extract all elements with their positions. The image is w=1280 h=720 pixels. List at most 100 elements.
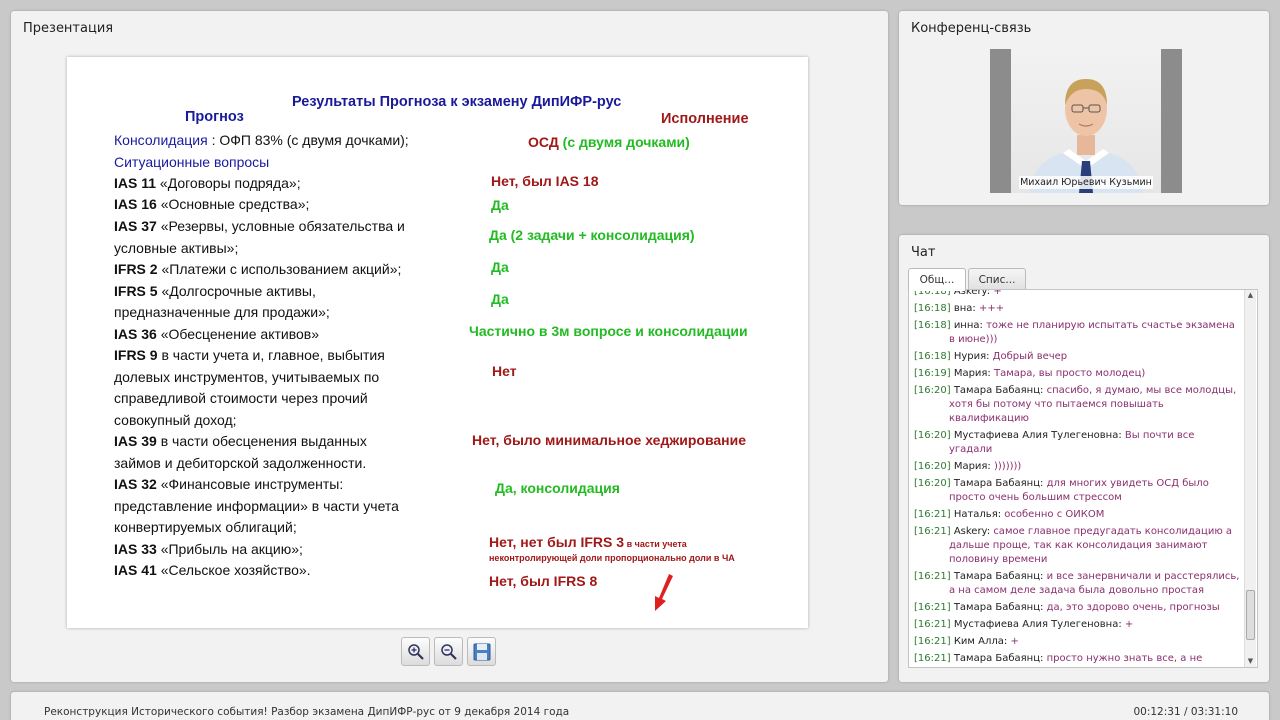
chat-text: + (1124, 619, 1134, 630)
forecast-line: справедливой стоимости через прочий (114, 390, 368, 406)
chat-message: [16:20] Мустафиева Алия Тулегеновна: Вы … (909, 428, 1244, 459)
chat-message: [16:20] Тамара Бабаянц: спасибо, я думаю… (909, 383, 1244, 428)
chat-author: инна: (953, 320, 983, 331)
forecast-line: IAS 41 «Сельское хозяйство». (114, 562, 311, 578)
chat-timestamp: [16:21] (914, 619, 951, 630)
execution-line: Да (491, 197, 509, 213)
execution-line: Нет, было минимальное хеджирование (472, 432, 747, 448)
zoom-out-icon (440, 643, 457, 660)
execution-line: Нет, был IFRS 8 (489, 573, 598, 589)
speaker-portrait (1029, 79, 1143, 193)
save-icon (473, 643, 490, 660)
forecast-line: IFRS 5 «Долгосрочные активы, (114, 283, 316, 299)
scroll-down-icon[interactable]: ▼ (1245, 656, 1256, 667)
scroll-thumb[interactable] (1246, 590, 1255, 640)
chat-message: [16:18] вна: +++ (909, 301, 1244, 318)
execution-line: Да, консолидация (495, 480, 620, 496)
chat-text: тоже не планирую испытать счастье экзаме… (949, 320, 1235, 345)
chat-author: Мустафиева Алия Тулегеновна: (953, 619, 1122, 630)
forecast-line: IFRS 9 в части учета и, главное, выбытия (114, 347, 385, 363)
chat-text: ))))))) (994, 461, 1022, 472)
chat-text: особенно с ОИКОМ (1004, 509, 1105, 520)
chat-author: Тамара Бабаянц: (953, 571, 1044, 582)
forecast-line: Ситуационные вопросы (114, 154, 270, 170)
zoom-in-button[interactable] (401, 637, 430, 666)
forecast-line: IAS 37 «Резервы, условные обязательства … (114, 218, 405, 234)
video-frame[interactable]: Михаил Юрьевич Кузьмин (990, 49, 1182, 193)
scroll-up-icon[interactable]: ▲ (1245, 290, 1256, 301)
slide-heading: Результаты Прогноза к экзамену ДипИФР-ру… (292, 94, 622, 110)
chat-timestamp: [16:21] (914, 526, 951, 537)
chat-text: + (1010, 636, 1019, 647)
chat-timestamp: [16:20] (914, 478, 951, 489)
chat-message: [16:20] Тамара Бабаянц: для многих увиде… (909, 476, 1244, 507)
forecast-line: займов и дебиторской задолженности. (114, 455, 367, 471)
chat-timestamp: [16:21] (914, 602, 951, 613)
presentation-panel: Презентация Результаты Прогноза к экзаме… (11, 11, 888, 682)
chat-message: [16:21] Тамара Бабаянц: да, это здорово … (909, 600, 1244, 617)
zoom-out-button[interactable] (434, 637, 463, 666)
chat-author: Мария: (953, 368, 991, 379)
forecast-line: IAS 39 в части обесценения выданных (114, 433, 367, 449)
chat-text: да, это здорово очень, прогнозы (1046, 602, 1220, 613)
chat-text: +++ (978, 303, 1005, 314)
forecast-line: IAS 11 «Договоры подряда»; (114, 175, 301, 191)
presentation-slide: Результаты Прогноза к экзамену ДипИФР-ру… (67, 57, 808, 628)
speaker-name: Михаил Юрьевич Кузьмин (1019, 176, 1153, 189)
chat-author: вна: (953, 303, 976, 314)
chat-message: [16:21] Наталья: особенно с ОИКОМ (909, 507, 1244, 524)
chat-message: [16:18] Нурия: Добрый вечер (909, 349, 1244, 366)
chat-timestamp: [16:21] (914, 653, 951, 664)
chat-scrollbar[interactable]: ▲ ▼ (1244, 290, 1256, 667)
chat-text: самое главное предугадать консолидацию а… (949, 526, 1233, 565)
forecast-line: IAS 36 «Обесценение активов» (114, 326, 320, 342)
forecast-line: совокупный доход; (114, 412, 237, 428)
chat-timestamp: [16:19] (914, 368, 951, 379)
chat-timestamp: [16:21] (914, 636, 951, 647)
chat-timestamp: [16:18] (914, 351, 951, 362)
chat-text: + (993, 289, 1002, 297)
chat-text: Тамара, вы просто молодец) (994, 368, 1146, 379)
chat-author: Тамара Бабаянц: (953, 385, 1044, 396)
chat-timestamp: [16:18] (914, 303, 951, 314)
chat-author: Askery: (953, 526, 991, 537)
chat-message: [16:21] Askery: самое главное предугадат… (909, 524, 1244, 569)
forecast-line: конвертируемых облигаций; (114, 519, 297, 535)
tab-list[interactable]: Спис... (968, 268, 1026, 290)
chat-author: Мария: (953, 461, 991, 472)
execution-line: Да (491, 259, 509, 275)
chat-author: Тамара Бабаянц: (953, 653, 1044, 664)
execution-line: Нет, был IAS 18 (491, 173, 599, 189)
tab-general[interactable]: Общ... (908, 268, 966, 291)
chat-message-list: [16:18] Askery: + [16:18] вна: +++ [16:18]… (909, 289, 1244, 667)
chat-message: [16:21] Тамара Бабаянц: и все занервнича… (909, 569, 1244, 600)
conference-title: Конференц-связь (911, 21, 1032, 36)
forecast-line: предназначенные для продажи»; (114, 304, 330, 320)
presentation-title: Презентация (23, 21, 114, 36)
execution-line: Да (2 задачи + консолидация) (489, 227, 695, 243)
forecast-line: IAS 32 «Финансовые инструменты: (114, 476, 344, 492)
chat-message: [16:18] инна: тоже не планирую испытать … (909, 318, 1244, 349)
bottom-bar: Реконструкция Исторического события! Раз… (11, 692, 1269, 720)
forecast-line: IAS 16 «Основные средства»; (114, 196, 310, 212)
forecast-line: IFRS 2 «Платежи с использованием акций»; (114, 261, 402, 277)
chat-message: [16:21] Мустафиева Алия Тулегеновна: + (909, 617, 1244, 634)
forecast-line: IAS 33 «Прибыль на акцию»; (114, 541, 303, 557)
zoom-in-icon (407, 643, 424, 660)
chat-timestamp: [16:20] (914, 461, 951, 472)
chat-author: Мустафиева Алия Тулегеновна: (953, 430, 1122, 441)
slide-col-forecast: Прогноз (185, 109, 244, 125)
execution-line: Частично в 3м вопросе и консолидации (469, 323, 748, 339)
chat-author: Нурия: (953, 351, 990, 362)
forecast-line: Консолидация : ОФП 83% (с двумя дочками)… (114, 132, 409, 148)
chat-message: [16:20] Мария: ))))))) (909, 459, 1244, 476)
chat-author: Ким Алла: (953, 636, 1008, 647)
chat-message: [16:19] Мария: Тамара, вы просто молодец… (909, 366, 1244, 383)
save-button[interactable] (467, 637, 496, 666)
arrow-icon (655, 574, 673, 611)
chat-message: [16:21] Ким Алла: + (909, 634, 1244, 651)
execution-line: Нет, нет был IFRS 3 в части учета (489, 534, 687, 550)
forecast-line: долевых инструментов, учитываемых по (114, 369, 380, 385)
execution-line: неконтролирующей доли пропорционально до… (489, 553, 735, 563)
conference-panel: Конференц-связь Михаил Юрьевич Кузьмин (899, 11, 1269, 205)
